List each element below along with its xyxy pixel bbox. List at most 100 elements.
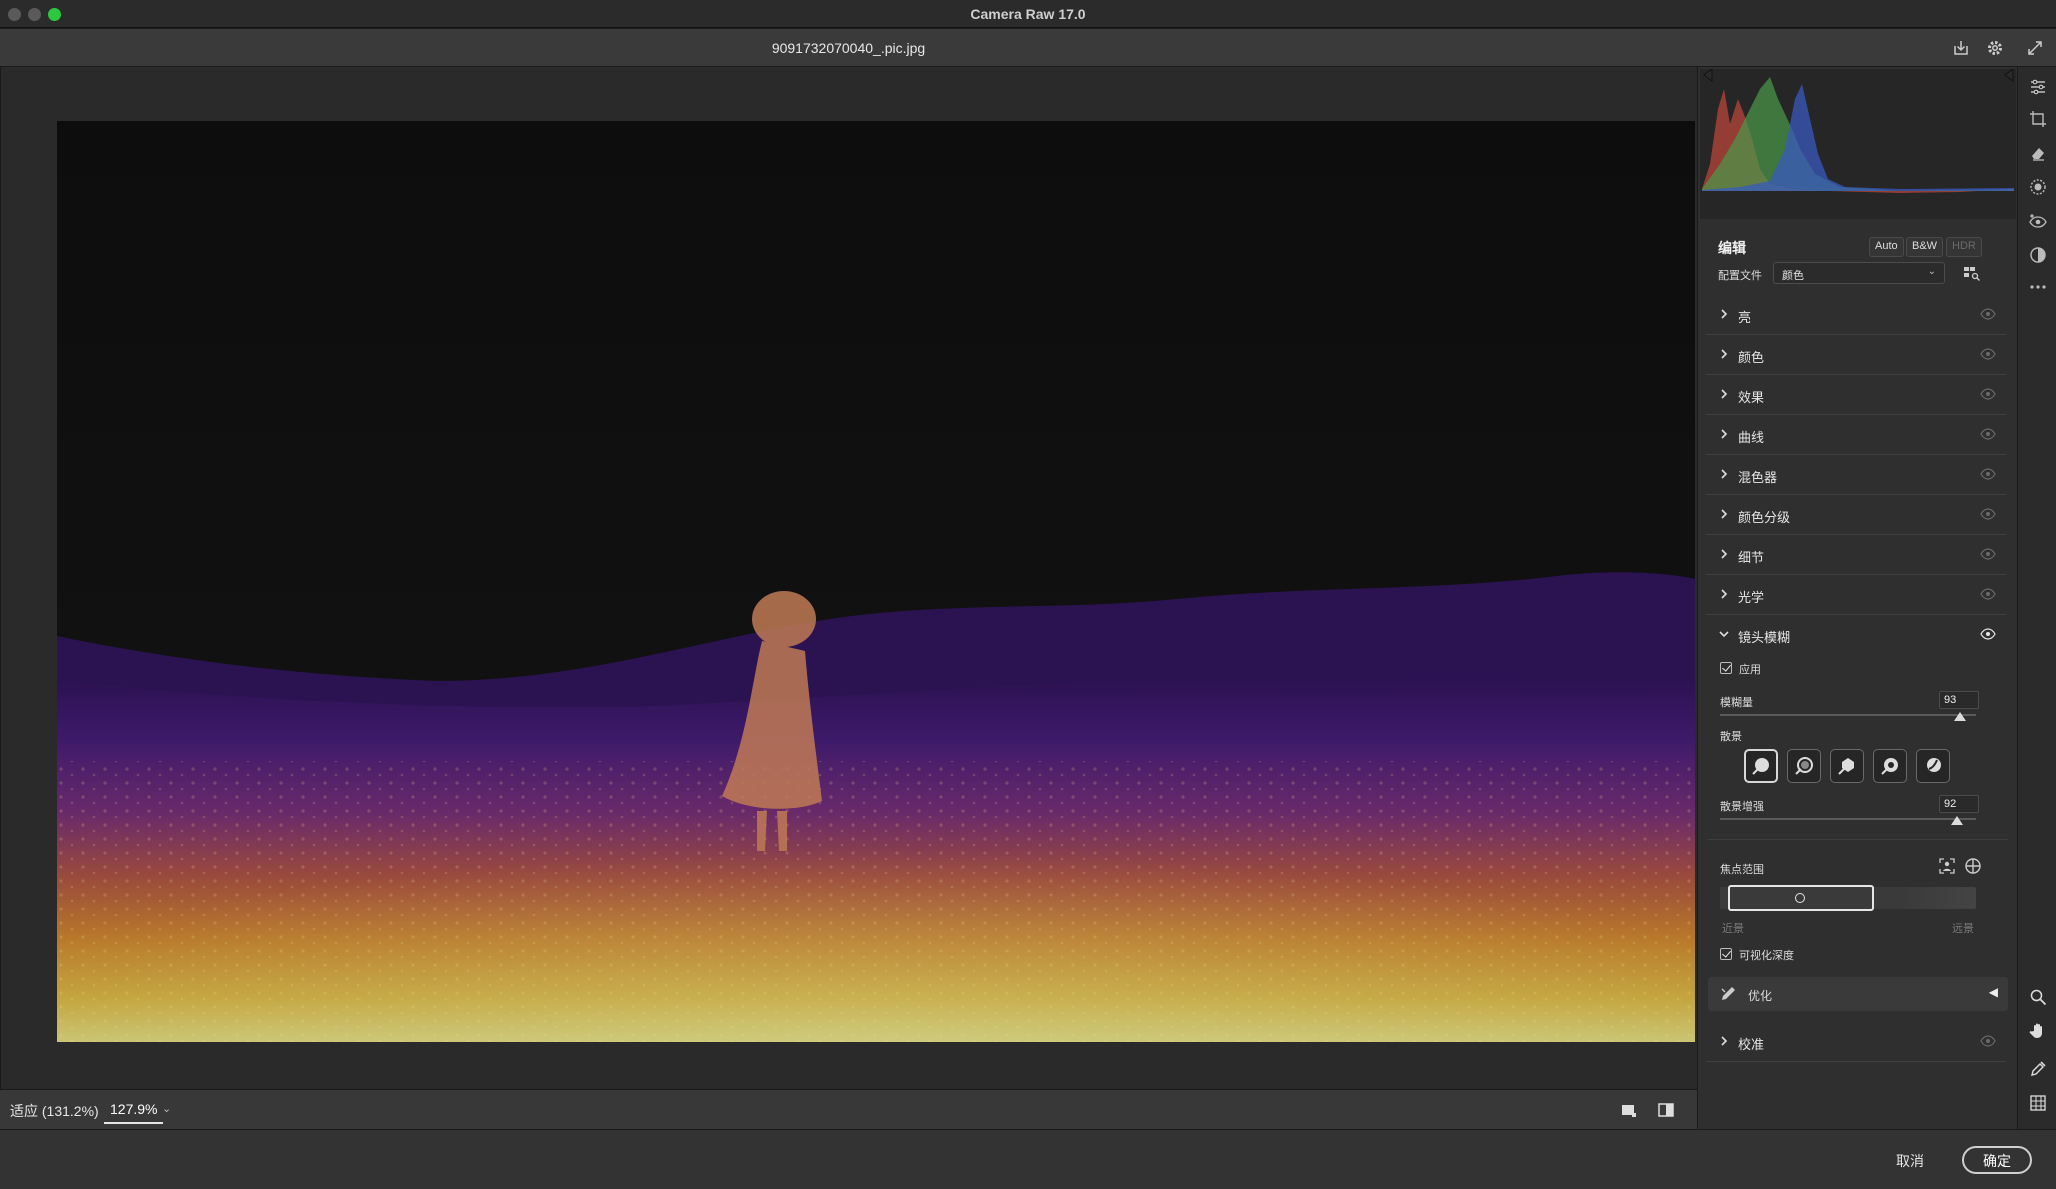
section-label: 校准 — [1738, 1037, 1765, 1052]
profile-browser-icon[interactable] — [1963, 265, 1981, 281]
chevron-right-icon — [1721, 1036, 1728, 1046]
masking-icon[interactable] — [2028, 177, 2048, 197]
crop-icon[interactable] — [2028, 109, 2048, 129]
compare-view-icon[interactable] — [1656, 1100, 1676, 1120]
blur-amount-slider-thumb[interactable] — [1954, 712, 1966, 721]
bokeh-cat-eye-button[interactable] — [1916, 749, 1950, 783]
section-color-grading[interactable]: 颜色分级 — [1706, 495, 2006, 535]
focal-range-center-handle[interactable] — [1795, 893, 1805, 903]
apply-checkbox[interactable] — [1720, 662, 1732, 674]
section-label: 颜色 — [1738, 350, 1765, 365]
near-label: 近景 — [1722, 923, 1744, 935]
section-label: 混色器 — [1738, 470, 1778, 485]
more-icon[interactable] — [2028, 277, 2048, 297]
divider — [1708, 839, 2008, 840]
chevron-right-icon — [1721, 589, 1728, 599]
bokeh-boost-input[interactable]: 92 — [1939, 795, 1979, 813]
bokeh-circle-icon — [1752, 758, 1769, 775]
zoom-level[interactable]: 127.9% — [104, 1096, 164, 1124]
edit-title: 编辑 — [1718, 240, 1746, 256]
visualize-depth-label: 可视化深度 — [1739, 950, 1794, 962]
save-icon[interactable] — [1950, 37, 1972, 59]
eye-icon[interactable] — [1980, 548, 1996, 560]
red-eye-icon[interactable] — [2028, 211, 2048, 231]
bokeh-bubble-button[interactable] — [1787, 749, 1821, 783]
section-label: 细节 — [1738, 550, 1765, 565]
section-curve[interactable]: 曲线 — [1706, 415, 2006, 455]
section-label: 光学 — [1738, 590, 1765, 605]
eye-icon[interactable] — [1980, 588, 1996, 600]
presets-icon[interactable] — [2028, 245, 2048, 265]
zoom-fit-button[interactable]: 适应 (131.2%) — [10, 1101, 99, 1121]
eye-icon[interactable] — [1980, 428, 1996, 440]
image-canvas[interactable] — [0, 67, 1697, 1089]
fullscreen-icon[interactable] — [2024, 37, 2046, 59]
histogram — [1700, 68, 2016, 219]
bokeh-circle-button[interactable] — [1744, 749, 1778, 783]
crosshair-target-icon[interactable] — [1964, 857, 1982, 875]
depth-visualized-photo[interactable] — [57, 121, 1695, 1042]
chevron-right-icon — [1721, 309, 1728, 319]
section-lens-blur[interactable]: 镜头模糊 — [1706, 615, 2006, 655]
brush-icon — [1721, 987, 1735, 1000]
dialog-footer: 取消 确定 — [0, 1129, 2056, 1189]
gear-icon[interactable] — [1984, 37, 2006, 59]
eraser-icon[interactable] — [2028, 143, 2048, 163]
profile-value: 颜色 — [1782, 270, 1804, 282]
blur-amount-track[interactable] — [1720, 714, 1976, 716]
caret-left-icon[interactable]: ◀ — [1989, 985, 1998, 999]
eye-icon[interactable] — [1980, 1035, 1996, 1047]
color-sampler-icon[interactable] — [2028, 1059, 2048, 1079]
eye-icon[interactable] — [1980, 388, 1996, 400]
subject-focus-icon[interactable] — [1938, 857, 1956, 875]
apply-label: 应用 — [1739, 664, 1761, 676]
refine-row[interactable]: 优化 ◀ — [1708, 977, 2008, 1011]
zoom-tool-icon[interactable] — [2028, 987, 2048, 1007]
section-label: 镜头模糊 — [1738, 630, 1791, 645]
visualize-depth-checkbox[interactable] — [1720, 948, 1732, 960]
edit-sliders-icon[interactable] — [2028, 77, 2048, 97]
zoom-bar: 适应 (131.2%) 127.9% ⌄ — [0, 1089, 1697, 1129]
profile-select[interactable]: 颜色 ⌄ — [1773, 262, 1945, 284]
section-light[interactable]: 亮 — [1706, 295, 2006, 335]
chevron-down-icon[interactable]: ⌄ — [162, 1102, 171, 1115]
section-color[interactable]: 颜色 — [1706, 335, 2006, 375]
app-title: Camera Raw 17.0 — [970, 6, 1086, 22]
file-name: 9091732070040_.pic.jpg — [771, 40, 926, 56]
bw-button[interactable]: B&W — [1906, 237, 1944, 257]
bokeh-boost-track[interactable] — [1720, 818, 1976, 820]
chevron-right-icon — [1721, 509, 1728, 519]
hdr-button[interactable]: HDR — [1946, 237, 1982, 257]
chevron-down-icon — [1719, 631, 1729, 638]
profile-row: 配置文件 颜色 ⌄ — [1698, 257, 2018, 291]
section-optics[interactable]: 光学 — [1706, 575, 2006, 615]
eye-icon[interactable] — [1980, 308, 1996, 320]
section-detail[interactable]: 细节 — [1706, 535, 2006, 575]
tool-strip — [2017, 67, 2056, 1129]
eye-icon[interactable] — [1980, 348, 1996, 360]
eye-icon[interactable] — [1980, 508, 1996, 520]
bokeh-ring-button[interactable] — [1873, 749, 1907, 783]
hand-tool-icon[interactable] — [2028, 1021, 2048, 1041]
chevron-right-icon — [1721, 389, 1728, 399]
ok-button[interactable]: 确定 — [1962, 1146, 2032, 1174]
section-calibration[interactable]: 校准 — [1706, 1022, 2006, 1062]
section-label: 颜色分级 — [1738, 510, 1791, 525]
cancel-button[interactable]: 取消 — [1880, 1147, 1940, 1175]
eye-icon[interactable] — [1980, 468, 1996, 480]
far-label: 远景 — [1952, 923, 1974, 935]
blur-amount-input[interactable]: 93 — [1939, 691, 1979, 709]
refine-label: 优化 — [1748, 989, 1773, 1003]
grid-overlay-icon[interactable] — [2028, 1093, 2048, 1113]
bokeh-blade-button[interactable] — [1830, 749, 1864, 783]
auto-button[interactable]: Auto — [1869, 237, 1904, 257]
single-view-icon[interactable] — [1618, 1100, 1638, 1120]
blur-amount-label: 模糊量 — [1720, 697, 1753, 709]
section-mixer[interactable]: 混色器 — [1706, 455, 2006, 495]
section-effects[interactable]: 效果 — [1706, 375, 2006, 415]
eye-icon[interactable] — [1980, 628, 1996, 640]
profile-label: 配置文件 — [1718, 270, 1762, 282]
section-label: 亮 — [1738, 310, 1752, 325]
bokeh-label: 散景 — [1720, 731, 1742, 743]
bokeh-boost-slider-thumb[interactable] — [1951, 816, 1963, 825]
